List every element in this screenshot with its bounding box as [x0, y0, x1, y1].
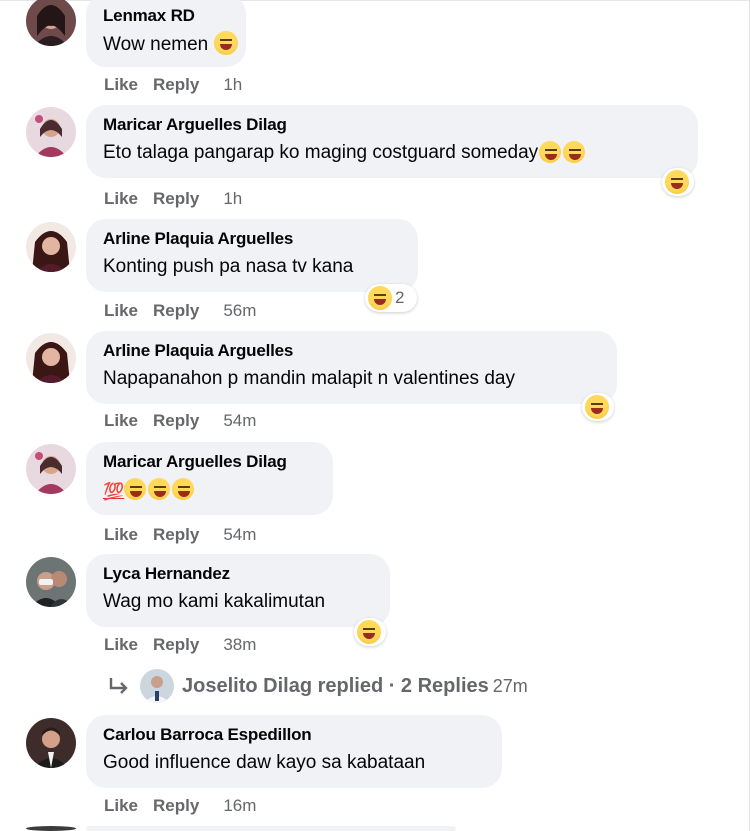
reply-button[interactable]: Reply [153, 301, 199, 321]
comment-bubble: Lyca Hernandez Wag mo kami kakalimutan [86, 554, 390, 627]
avatar [140, 669, 174, 703]
comment-author[interactable]: Carlou Barroca Espedillon [103, 724, 486, 746]
rolling-laughing-icon [172, 478, 195, 500]
comment-text: Wag mo kami kakalimutan [103, 591, 326, 612]
comment-bubble [86, 826, 456, 831]
comment-timestamp[interactable]: 1h [223, 189, 242, 209]
replies-timestamp: 27m [492, 675, 528, 696]
reply-button[interactable]: Reply [153, 525, 199, 545]
comment-actions: Like Reply 54m [104, 411, 256, 431]
reaction-summary[interactable] [662, 168, 694, 196]
comment-actions: Like Reply 56m [104, 301, 256, 321]
reply-button[interactable]: Reply [153, 635, 199, 655]
comment-actions: Like Reply 38m [104, 635, 256, 655]
reaction-summary[interactable]: 2 [365, 284, 417, 312]
comment-text: Wow nemen [103, 31, 238, 58]
comment-timestamp[interactable]: 54m [223, 525, 256, 545]
comment-text: Konting push pa nasa tv kana [103, 256, 354, 277]
avatar[interactable] [26, 0, 76, 46]
comment-timestamp[interactable]: 54m [223, 411, 256, 431]
comment-text: 💯 [103, 477, 317, 505]
comment-actions: Like Reply 1h [104, 189, 242, 209]
comment-text-content: Eto talaga pangarap ko maging costguard … [103, 142, 539, 163]
hundred-points-icon: 💯 [103, 482, 125, 501]
comment-author[interactable]: Maricar Arguelles Dilag [103, 114, 682, 136]
like-button[interactable]: Like [104, 796, 138, 816]
avatar[interactable] [26, 333, 76, 383]
laughing-face-icon [368, 286, 392, 310]
comment-text-content: Wow nemen [103, 34, 209, 55]
comment-actions: Like Reply 54m [104, 525, 256, 545]
laughing-face-icon [357, 620, 381, 644]
reply-button[interactable]: Reply [153, 189, 199, 209]
like-button[interactable]: Like [104, 189, 138, 209]
avatar[interactable] [26, 107, 76, 157]
reply-button[interactable]: Reply [153, 411, 199, 431]
reply-button[interactable]: Reply [153, 75, 199, 95]
comment-text: Napapanahon p mandin malapit n valentine… [103, 368, 515, 389]
comment-timestamp[interactable]: 16m [223, 796, 256, 816]
laughing-face-icon [213, 31, 238, 55]
grinning-sweat-icon [563, 141, 586, 163]
comment-author[interactable]: Lyca Hernandez [103, 563, 374, 585]
comment-bubble: Maricar Arguelles Dilag 💯 [86, 442, 333, 515]
like-button[interactable]: Like [104, 75, 138, 95]
comment-bubble: Arline Plaquia Arguelles Konting push pa… [86, 219, 418, 292]
avatar[interactable] [26, 826, 76, 831]
comment-bubble: Arline Plaquia Arguelles Napapanahon p m… [86, 331, 617, 404]
reaction-summary[interactable] [582, 393, 614, 421]
like-button[interactable]: Like [104, 301, 138, 321]
avatar[interactable] [26, 557, 76, 607]
comment-timestamp[interactable]: 56m [223, 301, 256, 321]
comment-author[interactable]: Maricar Arguelles Dilag [103, 451, 317, 473]
comment-author[interactable]: Lenmax RD [103, 5, 230, 27]
laughing-face-icon [585, 395, 609, 419]
like-button[interactable]: Like [104, 525, 138, 545]
comment-bubble: Carlou Barroca Espedillon Good influence… [86, 715, 502, 788]
laughing-face-icon [665, 170, 689, 194]
avatar[interactable] [26, 718, 76, 768]
like-button[interactable]: Like [104, 411, 138, 431]
comment-bubble: Lenmax RD Wow nemen [86, 0, 246, 67]
comment-bubble: Maricar Arguelles Dilag Eto talaga panga… [86, 105, 698, 178]
reply-button[interactable]: Reply [153, 796, 199, 816]
comment-author[interactable]: Arline Plaquia Arguelles [103, 228, 402, 250]
comment-actions: Like Reply 1h [104, 75, 242, 95]
comment-text: Good influence daw kayo sa kabataan [103, 752, 426, 773]
replies-summary[interactable]: Joselito Dilag replied · 2 Replies [182, 675, 489, 698]
reaction-count: 2 [395, 288, 405, 307]
comment-author[interactable]: Arline Plaquia Arguelles [103, 340, 601, 362]
rolling-laughing-icon [148, 478, 171, 500]
view-replies-link[interactable]: Joselito Dilag replied · 2 Replies 27m [108, 669, 528, 703]
comment-text: Eto talaga pangarap ko maging costguard … [103, 140, 682, 166]
reaction-summary[interactable] [354, 618, 386, 646]
avatar[interactable] [26, 444, 76, 494]
comment-timestamp[interactable]: 38m [223, 635, 256, 655]
comment-actions: Like Reply 16m [104, 796, 256, 816]
like-button[interactable]: Like [104, 635, 138, 655]
avatar[interactable] [26, 222, 76, 272]
heart-eyes-icon [539, 141, 562, 163]
rolling-laughing-icon [124, 478, 147, 500]
comment-timestamp[interactable]: 1h [223, 75, 242, 95]
reply-arrow-icon [108, 675, 130, 697]
